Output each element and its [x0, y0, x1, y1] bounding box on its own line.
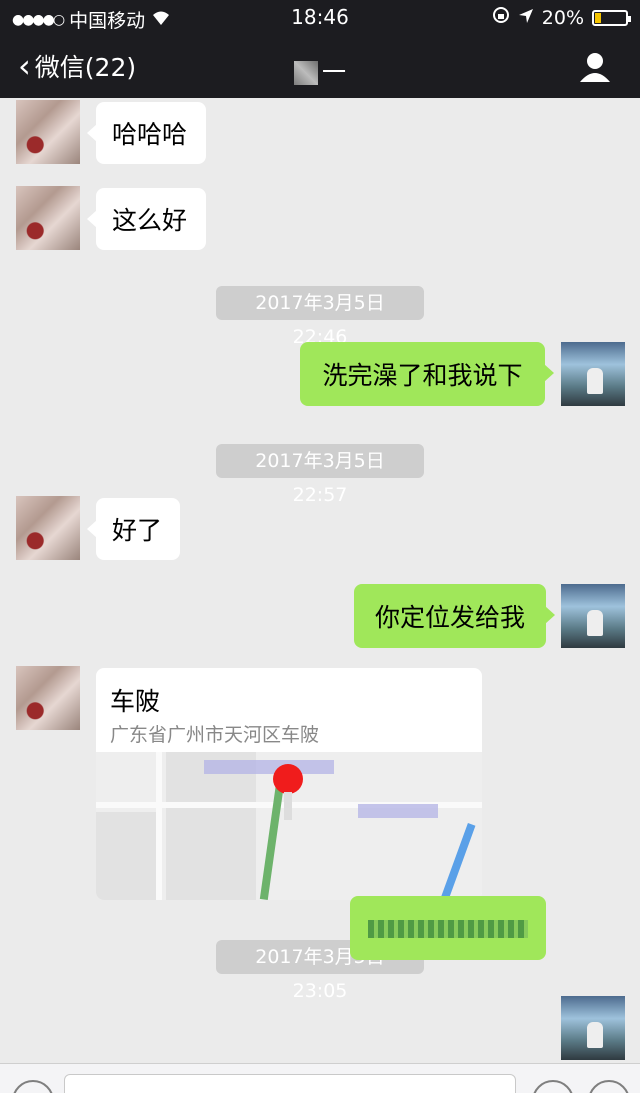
map-label [358, 804, 438, 818]
map-preview[interactable] [96, 752, 482, 900]
battery-percent: 20% [541, 6, 584, 29]
contact-avatar[interactable] [16, 496, 80, 560]
contact-avatar[interactable] [16, 666, 80, 730]
redacted-text [368, 920, 528, 938]
incoming-message[interactable]: 哈哈哈 [87, 102, 206, 164]
status-bar: ●●●●○ 中国移动 18:46 20% [0, 0, 640, 34]
voice-button[interactable] [12, 1080, 54, 1093]
message-input[interactable] [64, 1074, 516, 1093]
location-address: 广东省广州市天河区车陂 [110, 724, 320, 746]
map-road [156, 752, 162, 900]
add-button[interactable] [588, 1080, 630, 1093]
map-block [166, 752, 256, 900]
outgoing-message[interactable]: 你定位发给我 [354, 584, 555, 648]
map-label [204, 760, 334, 774]
contact-info-button[interactable] [578, 50, 612, 84]
self-avatar[interactable] [561, 584, 625, 648]
map-pin-icon [273, 764, 303, 820]
contact-avatar[interactable] [16, 186, 80, 250]
timestamp: 2017年3月5日 22:46 [216, 286, 424, 348]
blurred-name [294, 61, 318, 85]
emoji-button[interactable] [532, 1080, 574, 1093]
location-name: 车陂 [110, 687, 161, 716]
chat-title: 一 [0, 52, 640, 87]
incoming-message[interactable]: 好了 [87, 498, 180, 560]
navigation-bar: ‹ 微信(22) 一 [0, 34, 640, 98]
outgoing-message[interactable]: 洗完澡了和我说下 [300, 342, 554, 406]
contact-avatar[interactable] [16, 100, 80, 164]
input-toolbar [0, 1063, 640, 1093]
map-block [96, 812, 156, 900]
location-arrow-icon [518, 7, 534, 29]
self-avatar[interactable] [561, 996, 625, 1060]
outgoing-message-redacted[interactable] [350, 896, 546, 960]
person-icon [580, 53, 610, 82]
battery-icon [592, 9, 631, 26]
timestamp: 2017年3月5日 22:57 [216, 444, 424, 506]
map-river [440, 823, 476, 900]
rotation-lock-icon [492, 6, 510, 29]
self-avatar[interactable] [561, 342, 625, 406]
map-route [259, 782, 285, 900]
location-message[interactable]: 车陂 广东省广州市天河区车陂 [96, 668, 482, 900]
top-bar: ●●●●○ 中国移动 18:46 20% ‹ 微信(22) 一 [0, 0, 640, 98]
incoming-message[interactable]: 这么好 [87, 188, 206, 250]
